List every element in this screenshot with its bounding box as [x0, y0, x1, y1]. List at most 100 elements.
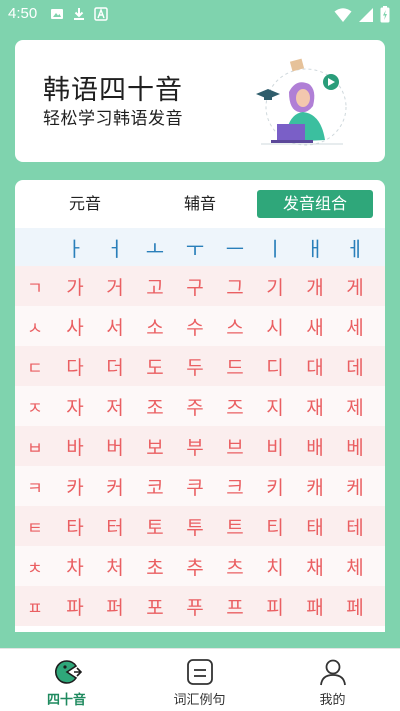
- syllable-cell[interactable]: 저: [95, 386, 135, 426]
- syllable-cell[interactable]: 구: [175, 266, 215, 306]
- syllable-cell[interactable]: 주: [175, 386, 215, 426]
- syllable-cell[interactable]: 코: [135, 466, 175, 506]
- syllable-cell[interactable]: 그: [215, 266, 255, 306]
- battery-charging-icon: [380, 6, 390, 23]
- syllable-cell[interactable]: 데: [335, 346, 375, 386]
- syllable-cell[interactable]: 패: [295, 586, 335, 626]
- vowel-header: ㅓ: [105, 236, 125, 261]
- vowel-header: ㅏ: [65, 236, 85, 261]
- hero-card: 韩语四十音 轻松学习韩语发音: [15, 40, 385, 162]
- syllable-cell[interactable]: 키: [255, 466, 295, 506]
- syllable-cell[interactable]: 케: [335, 466, 375, 506]
- syllable-cell[interactable]: 수: [175, 306, 215, 346]
- syllable-cell[interactable]: 개: [295, 266, 335, 306]
- syllable-cell[interactable]: 포: [135, 586, 175, 626]
- syllable-cell[interactable]: 브: [215, 426, 255, 466]
- syllable-cell[interactable]: 거: [95, 266, 135, 306]
- pacman-chat-icon: [54, 660, 82, 684]
- syllable-cell[interactable]: 티: [255, 506, 295, 546]
- syllable-cell[interactable]: 스: [215, 306, 255, 346]
- syllable-cell[interactable]: 쿠: [175, 466, 215, 506]
- syllable-cell[interactable]: 테: [335, 506, 375, 546]
- consonant-label: ㅌ: [27, 518, 43, 539]
- syllable-cell[interactable]: 터: [95, 506, 135, 546]
- syllable-cell[interactable]: 부: [175, 426, 215, 466]
- syllable-cell[interactable]: 대: [295, 346, 335, 386]
- syllable-cell[interactable]: 고: [135, 266, 175, 306]
- syllable-cell[interactable]: 보: [135, 426, 175, 466]
- syllable-cell[interactable]: 사: [55, 306, 95, 346]
- syllable-cell[interactable]: 더: [95, 346, 135, 386]
- nav-label: 词汇例句: [173, 693, 226, 708]
- syllable-cell[interactable]: 초: [135, 546, 175, 586]
- table-row: ㅂ바버보부브비배베: [15, 426, 385, 466]
- tab-combinations[interactable]: 发音组合: [257, 190, 373, 218]
- syllable-table-card: 元音 辅音 发音组合 ㅏ ㅓ ㅗ ㅜ ㅡ ㅣ ㅐ ㅔ ㄱ가거고구그기개게ㅅ사서소…: [15, 180, 385, 632]
- table-row: ㅊ차처초추츠치채체: [15, 546, 385, 586]
- syllable-cell[interactable]: 차: [55, 546, 95, 586]
- syllable-cell[interactable]: 투: [175, 506, 215, 546]
- syllable-cell[interactable]: 베: [335, 426, 375, 466]
- syllable-cell[interactable]: 도: [135, 346, 175, 386]
- syllable-cell[interactable]: 게: [335, 266, 375, 306]
- syllable-cell[interactable]: 자: [55, 386, 95, 426]
- syllable-cell[interactable]: 푸: [175, 586, 215, 626]
- nav-vocabulary[interactable]: 词汇例句: [133, 649, 266, 711]
- syllable-cell[interactable]: 소: [135, 306, 175, 346]
- syllable-cell[interactable]: 다: [55, 346, 95, 386]
- syllable-cell[interactable]: 캐: [295, 466, 335, 506]
- syllable-cell[interactable]: 두: [175, 346, 215, 386]
- syllable-cell[interactable]: 드: [215, 346, 255, 386]
- syllable-cell[interactable]: 지: [255, 386, 295, 426]
- hero-subtitle: 轻松学习韩语发音: [43, 109, 183, 129]
- corner-cell: [15, 228, 55, 266]
- syllable-cell[interactable]: 타: [55, 506, 95, 546]
- syllable-grid: ㅏ ㅓ ㅗ ㅜ ㅡ ㅣ ㅐ ㅔ ㄱ가거고구그기개게ㅅ사서소수스시새세ㄷ다더도두드…: [15, 228, 385, 626]
- signal-icon: [359, 7, 373, 22]
- syllable-cell[interactable]: 재: [295, 386, 335, 426]
- syllable-rows: ㄱ가거고구그기개게ㅅ사서소수스시새세ㄷ다더도두드디대데ㅈ자저조주즈지재제ㅂ바버보…: [15, 266, 385, 626]
- syllable-cell[interactable]: 트: [215, 506, 255, 546]
- syllable-cell[interactable]: 퍼: [95, 586, 135, 626]
- syllable-cell[interactable]: 버: [95, 426, 135, 466]
- syllable-cell[interactable]: 제: [335, 386, 375, 426]
- syllable-cell[interactable]: 추: [175, 546, 215, 586]
- syllable-cell[interactable]: 조: [135, 386, 175, 426]
- syllable-cell[interactable]: 비: [255, 426, 295, 466]
- syllable-cell[interactable]: 태: [295, 506, 335, 546]
- syllable-cell[interactable]: 서: [95, 306, 135, 346]
- user-icon: [319, 659, 346, 686]
- nav-profile[interactable]: 我的: [266, 649, 399, 711]
- status-notification-icons: [50, 7, 108, 21]
- syllable-cell[interactable]: 즈: [215, 386, 255, 426]
- syllable-cell[interactable]: 크: [215, 466, 255, 506]
- vowel-header: ㅗ: [145, 236, 165, 261]
- tab-vowels[interactable]: 元音: [35, 190, 135, 218]
- syllable-cell[interactable]: 시: [255, 306, 295, 346]
- tab-consonants[interactable]: 辅音: [150, 190, 250, 218]
- syllable-cell[interactable]: 토: [135, 506, 175, 546]
- syllable-cell[interactable]: 세: [335, 306, 375, 346]
- syllable-cell[interactable]: 카: [55, 466, 95, 506]
- syllable-cell[interactable]: 채: [295, 546, 335, 586]
- syllable-cell[interactable]: 치: [255, 546, 295, 586]
- nav-forty-sounds[interactable]: 四十音: [0, 649, 133, 711]
- syllable-cell[interactable]: 프: [215, 586, 255, 626]
- syllable-cell[interactable]: 피: [255, 586, 295, 626]
- syllable-cell[interactable]: 바: [55, 426, 95, 466]
- syllable-cell[interactable]: 처: [95, 546, 135, 586]
- nav-label: 四十音: [46, 693, 86, 708]
- syllable-cell[interactable]: 디: [255, 346, 295, 386]
- syllable-cell[interactable]: 배: [295, 426, 335, 466]
- syllable-cell[interactable]: 츠: [215, 546, 255, 586]
- syllable-cell[interactable]: 새: [295, 306, 335, 346]
- syllable-cell[interactable]: 커: [95, 466, 135, 506]
- syllable-cell[interactable]: 기: [255, 266, 295, 306]
- consonant-label: ㅍ: [27, 598, 43, 619]
- syllable-cell[interactable]: 체: [335, 546, 375, 586]
- font-a-icon: [94, 7, 108, 21]
- syllable-cell[interactable]: 가: [55, 266, 95, 306]
- vowel-header: ㅜ: [185, 236, 205, 261]
- syllable-cell[interactable]: 파: [55, 586, 95, 626]
- syllable-cell[interactable]: 페: [335, 586, 375, 626]
